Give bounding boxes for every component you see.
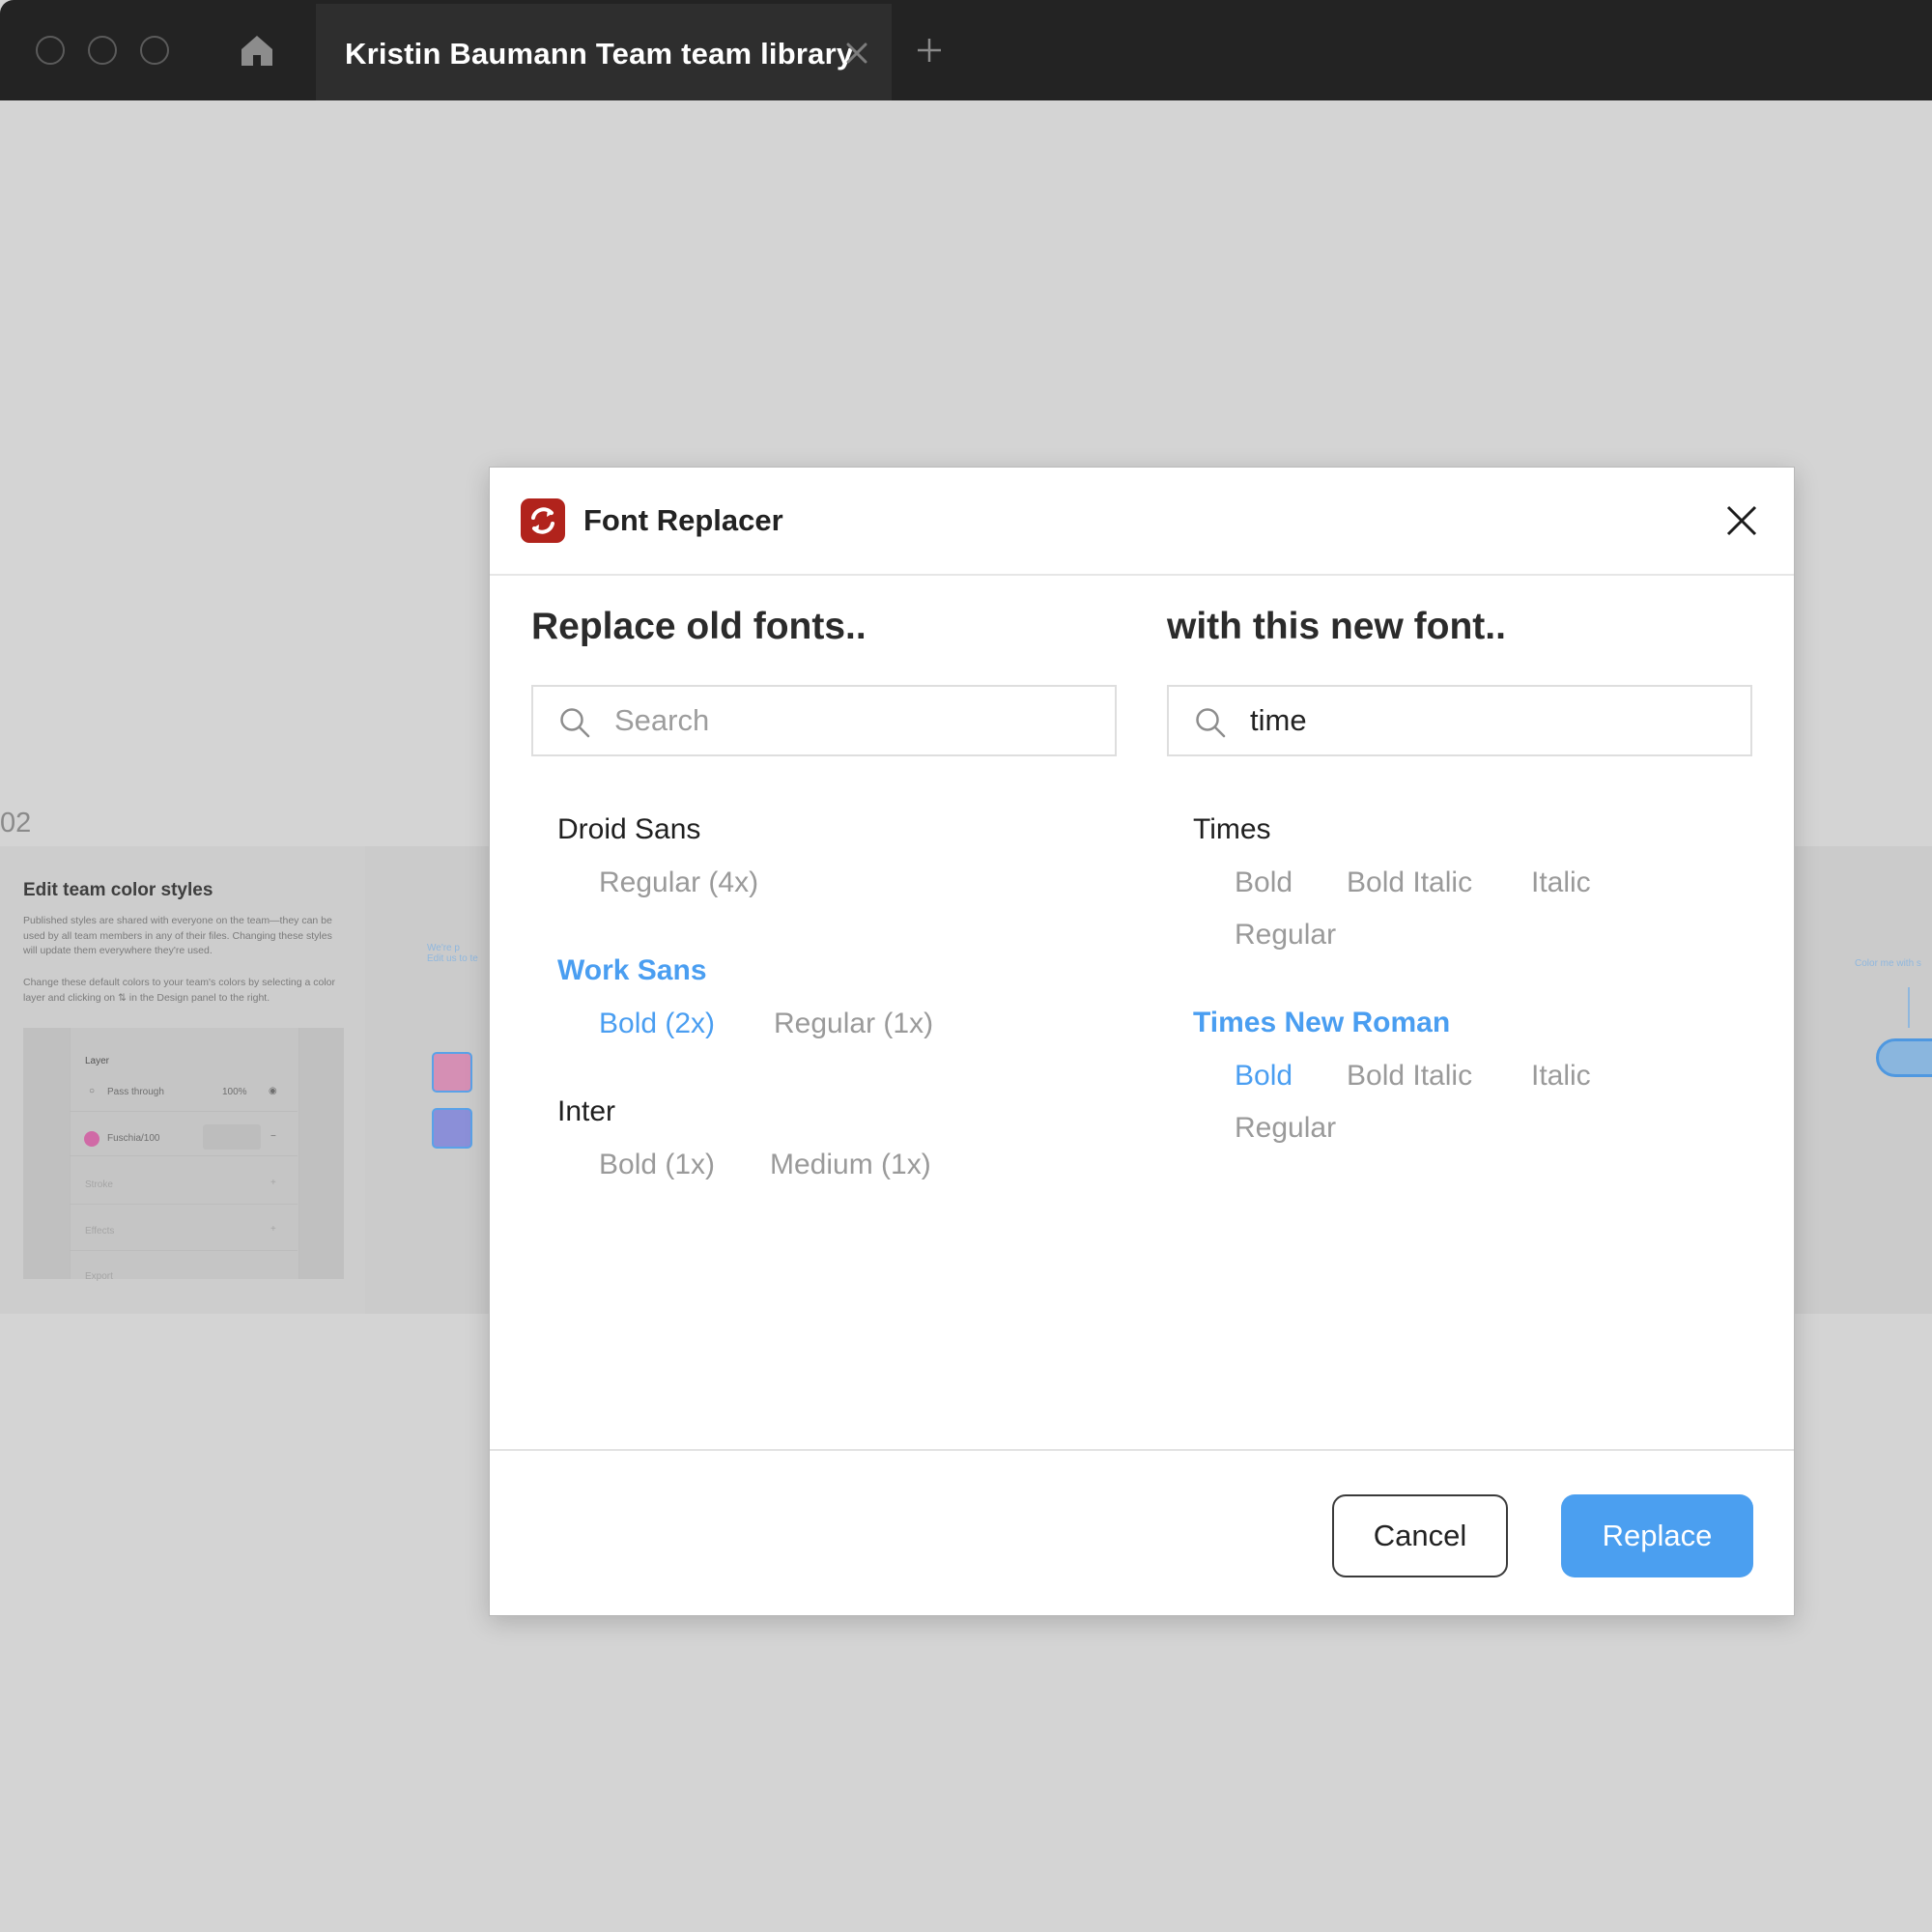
new-font-style-option[interactable]: Italic	[1531, 867, 1591, 899]
canvas-button-sample	[1876, 1038, 1932, 1077]
canvas-hint-left: We're p Edit us to te	[427, 943, 478, 964]
old-fonts-heading: Replace old fonts..	[531, 606, 867, 647]
new-font-style-option[interactable]: Bold Italic	[1347, 1060, 1472, 1093]
old-font-style-option[interactable]: Regular (1x)	[774, 1008, 933, 1040]
window-titlebar: Kristin Baumann Team team library	[0, 0, 1932, 100]
close-icon[interactable]	[1724, 503, 1759, 538]
new-font-style-option[interactable]: Bold	[1235, 867, 1293, 899]
old-font-style-option[interactable]: Medium (1x)	[770, 1149, 931, 1181]
old-font-family[interactable]: Inter	[557, 1095, 615, 1128]
mini-stroke-label: Stroke	[85, 1179, 113, 1190]
new-font-search-input[interactable]	[1250, 695, 1733, 747]
tab-close-icon[interactable]	[844, 41, 869, 66]
old-font-family-selected[interactable]: Work Sans	[557, 954, 707, 987]
dialog-header: Font Replacer	[490, 468, 1794, 576]
mini-effects-label: Effects	[85, 1226, 115, 1236]
mini-panel-left-gutter	[23, 1028, 70, 1279]
mini-fill-name: Fuschia/100	[107, 1133, 160, 1144]
old-font-family[interactable]: Droid Sans	[557, 813, 700, 846]
dialog-footer-divider	[490, 1449, 1794, 1451]
window-minimize-control[interactable]	[88, 36, 117, 65]
old-font-style-option[interactable]: Regular (4x)	[599, 867, 758, 899]
style-icon	[203, 1124, 261, 1150]
font-replacer-dialog: Font Replacer Replace old fonts.. Droid …	[489, 467, 1795, 1616]
cancel-button[interactable]: Cancel	[1332, 1494, 1508, 1577]
new-font-style-option-selected[interactable]: Bold	[1235, 1060, 1293, 1093]
tab-team-library[interactable]: Kristin Baumann Team team library	[316, 4, 892, 100]
dialog-title: Font Replacer	[583, 503, 783, 537]
mini-opacity: 100%	[222, 1087, 247, 1097]
mini-layer-label: Layer	[85, 1056, 110, 1066]
plus-icon: +	[270, 1178, 276, 1188]
color-swatch-purple	[432, 1108, 472, 1149]
new-font-search[interactable]	[1167, 685, 1752, 756]
old-fonts-search-input[interactable]	[614, 695, 1097, 747]
search-icon	[560, 708, 590, 738]
fill-color-dot	[84, 1131, 99, 1147]
mini-separator	[70, 1111, 298, 1112]
new-font-style-option[interactable]: Italic	[1531, 1060, 1591, 1093]
window-zoom-control[interactable]	[140, 36, 169, 65]
old-font-style-option-selected[interactable]: Bold (2x)	[599, 1008, 715, 1040]
new-font-style-option[interactable]: Regular	[1235, 919, 1336, 952]
minus-icon: −	[270, 1131, 276, 1142]
plus-icon: +	[270, 1224, 276, 1235]
eye-icon: ◉	[269, 1086, 277, 1096]
new-font-family[interactable]: Times	[1193, 813, 1271, 846]
search-icon	[1196, 708, 1226, 738]
mini-blend-mode: Pass through	[107, 1087, 164, 1097]
new-font-heading: with this new font..	[1167, 606, 1506, 647]
tab-title: Kristin Baumann Team team library	[345, 37, 854, 71]
mini-export-label: Export	[85, 1271, 113, 1282]
new-tab-plus-icon[interactable]	[916, 37, 943, 64]
new-font-family-selected[interactable]: Times New Roman	[1193, 1007, 1450, 1039]
replace-button[interactable]: Replace	[1561, 1494, 1753, 1577]
font-replacer-app-icon	[521, 498, 565, 543]
arrow-down-icon	[1908, 987, 1910, 1028]
card-description-2: Change these default colors to your team…	[23, 977, 336, 1004]
frame-number: 02	[0, 808, 32, 838]
canvas-hint-right: Color me with s	[1855, 958, 1921, 969]
new-font-style-option[interactable]: Regular	[1235, 1112, 1336, 1145]
new-font-style-option[interactable]: Bold Italic	[1347, 867, 1472, 899]
window-close-control[interactable]	[36, 36, 65, 65]
mini-panel-right-gutter	[298, 1028, 344, 1279]
home-icon[interactable]	[238, 31, 276, 70]
card-description: Published styles are shared with everyon…	[23, 915, 332, 956]
old-fonts-search[interactable]	[531, 685, 1117, 756]
blend-icon: ○	[89, 1086, 96, 1096]
mini-separator	[70, 1204, 298, 1205]
card-title: Edit team color styles	[23, 880, 213, 900]
old-font-style-option[interactable]: Bold (1x)	[599, 1149, 715, 1181]
mini-separator	[70, 1155, 298, 1156]
color-swatch-pink	[432, 1052, 472, 1093]
mini-separator	[70, 1250, 298, 1251]
